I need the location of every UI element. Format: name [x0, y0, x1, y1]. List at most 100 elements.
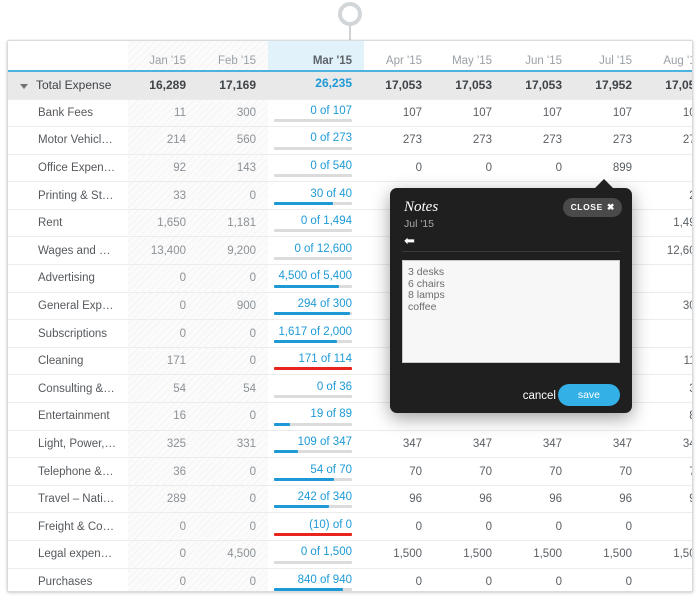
- cell-may: 96: [434, 485, 504, 514]
- cell-mar-budget[interactable]: 19 of 89: [268, 402, 364, 431]
- cell-aug: 0: [644, 319, 692, 348]
- header-month-jun[interactable]: Jun '15: [504, 41, 574, 72]
- table-row[interactable]: Light, Power, He... 325 331 109 of 347 347 34…: [8, 430, 692, 459]
- budget-bar-fill: [274, 367, 352, 371]
- row-label: Light, Power, He...: [8, 430, 128, 459]
- table-row[interactable]: Bank Fees113000 of 107107107107107107: [8, 99, 692, 128]
- header-month-apr[interactable]: Apr '15: [364, 41, 434, 72]
- header-month-may[interactable]: May '15: [434, 41, 504, 72]
- header-month-mar[interactable]: Mar '15: [268, 41, 364, 72]
- cell-mar-budget[interactable]: (10) of 0: [268, 512, 364, 541]
- cell-apr: 0: [364, 512, 434, 541]
- cell-mar-budget[interactable]: 171 of 114: [268, 347, 364, 376]
- header-account: [8, 41, 128, 72]
- cell-aug: 4: [644, 264, 692, 293]
- cell-mar-budget[interactable]: 294 of 300: [268, 292, 364, 321]
- budget-bar-track: [274, 533, 352, 536]
- cell-mar-budget[interactable]: 0 of 12,600: [268, 236, 364, 266]
- total-expense-label[interactable]: Total Expense: [8, 71, 128, 100]
- cell-jul: 347: [574, 430, 644, 459]
- cell-mar-budget[interactable]: 0 of 36: [268, 374, 364, 404]
- budget-bar-track: [274, 312, 352, 316]
- cell-jun: 70: [504, 457, 574, 486]
- cell-aug: 0: [644, 154, 692, 183]
- budget-bar-track: [274, 395, 352, 399]
- table-row[interactable]: Purchases00840 of 94000000: [8, 568, 692, 591]
- cell-jul: 1,500: [574, 540, 644, 569]
- cell-mar-budget[interactable]: 0 of 1,500: [268, 540, 364, 569]
- cell-aug: 96: [644, 485, 692, 514]
- budget-bar-fill: [274, 477, 335, 481]
- budget-bar-fill: [274, 312, 351, 316]
- header-row: Jan '15 Feb '15 Mar '15 Apr '15 May '15 …: [8, 41, 692, 72]
- cell-apr: 107: [364, 99, 434, 128]
- total-may: 17,053: [434, 71, 504, 100]
- cell-mar-budget[interactable]: 0 of 1,494: [268, 209, 364, 238]
- total-expense-row[interactable]: Total Expense 16,289 17,169 26,235 17,05…: [8, 71, 692, 100]
- cell-jan: 0: [128, 264, 198, 293]
- budget-bar-track: [274, 367, 352, 371]
- budget-bar-track: [274, 119, 352, 123]
- table-row[interactable]: Legal expenses 0 4,500 0 of 1,500 1,500 1,500…: [8, 540, 692, 569]
- header-month-jan[interactable]: Jan '15: [128, 41, 198, 72]
- cell-feb: 0: [198, 512, 268, 541]
- cell-jan: 0: [128, 540, 198, 569]
- save-button[interactable]: save: [557, 384, 620, 406]
- cell-mar-budget[interactable]: 0 of 540: [268, 154, 364, 183]
- cell-feb: 300: [198, 99, 268, 128]
- cell-aug: 12,600: [644, 236, 692, 266]
- table-row[interactable]: Travel – National2890242 of 340969696969…: [8, 485, 692, 514]
- cell-mar-budget[interactable]: 109 of 347: [268, 430, 364, 459]
- row-label: Wages and Salar...: [8, 236, 128, 266]
- table-row[interactable]: Office Expenses921430 of 5400008990: [8, 154, 692, 183]
- cell-jan: 0: [128, 568, 198, 591]
- cell-apr: 1,500: [364, 540, 434, 569]
- cell-mar-budget[interactable]: 0 of 107: [268, 99, 364, 128]
- cell-aug: 24: [644, 181, 692, 210]
- row-label: Advertising: [8, 264, 128, 293]
- cell-mar-budget[interactable]: 4,500 of 5,400: [268, 264, 364, 293]
- cell-feb: 0: [198, 568, 268, 591]
- cell-jan: 92: [128, 154, 198, 183]
- chevron-down-icon[interactable]: [20, 83, 28, 89]
- header-month-feb[interactable]: Feb '15: [198, 41, 268, 72]
- close-button-label: CLOSE: [570, 202, 603, 212]
- notes-title: Notes: [404, 199, 439, 215]
- arrow-left-icon[interactable]: ⬅: [404, 234, 415, 248]
- cell-apr: 0: [364, 154, 434, 183]
- row-label: Consulting & Ac...: [8, 374, 128, 404]
- cell-mar-budget[interactable]: 30 of 40: [268, 181, 364, 210]
- notes-textarea[interactable]: [402, 260, 620, 363]
- cell-jul: 0: [574, 512, 644, 541]
- cancel-button[interactable]: cancel: [523, 390, 556, 402]
- cell-feb: 54: [198, 374, 268, 404]
- row-label: Printing & Statio...: [8, 181, 128, 210]
- cell-mar-budget[interactable]: 0 of 273: [268, 126, 364, 155]
- cell-jun: 273: [504, 126, 574, 155]
- table-row[interactable]: Motor Vehicle E... 214 560 0 of 273 273 273 27…: [8, 126, 692, 155]
- cell-aug: 0: [644, 512, 692, 541]
- header-month-jul[interactable]: Jul '15: [574, 41, 644, 72]
- table-row[interactable]: Telephone & Int...36054 of 707070707070: [8, 457, 692, 486]
- cell-mar-budget[interactable]: 1,617 of 2,000: [268, 319, 364, 348]
- cell-jan: 0: [128, 292, 198, 321]
- budget-bar-track: [274, 477, 352, 481]
- budget-bar-fill: [274, 201, 333, 205]
- cell-jan: 171: [128, 347, 198, 376]
- header-month-aug[interactable]: Aug '15: [644, 41, 692, 72]
- close-x-icon: ✖: [606, 202, 615, 212]
- pin-marker: [0, 0, 700, 42]
- budget-bar-fill: [274, 505, 330, 509]
- table-row[interactable]: Freight & Courier00(10) of 000000: [8, 512, 692, 541]
- cell-feb: 900: [198, 292, 268, 321]
- pin-head-icon[interactable]: [338, 2, 362, 26]
- cell-mar-budget[interactable]: 242 of 340: [268, 485, 364, 514]
- cell-jul: 107: [574, 99, 644, 128]
- cell-jan: 16: [128, 402, 198, 431]
- cell-feb: 4,500: [198, 540, 268, 569]
- close-button[interactable]: CLOSE ✖: [562, 198, 622, 217]
- row-label: Subscriptions: [8, 319, 128, 348]
- cell-jun: 0: [504, 154, 574, 183]
- cell-mar-budget[interactable]: 54 of 70: [268, 457, 364, 486]
- cell-mar-budget[interactable]: 840 of 940: [268, 568, 364, 591]
